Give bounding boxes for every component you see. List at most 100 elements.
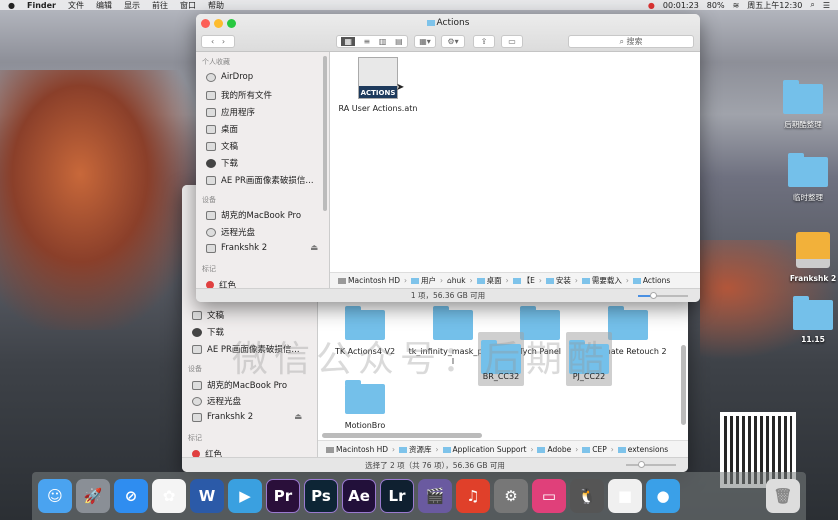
- path-item[interactable]: extensions: [617, 445, 668, 454]
- menu-edit[interactable]: 编辑: [96, 0, 112, 11]
- battery-percent[interactable]: 80%: [707, 1, 725, 10]
- folder-icon: [192, 344, 202, 354]
- dock-word-icon[interactable]: W: [190, 479, 224, 513]
- dock-launchpad-icon[interactable]: 🚀: [76, 479, 110, 513]
- column-view-icon: ▥: [378, 37, 387, 46]
- clock[interactable]: 周五上午12:30: [747, 0, 802, 11]
- sidebar-label: 下载: [207, 328, 225, 338]
- folder-icon: [788, 153, 828, 187]
- menu-help[interactable]: 帮助: [208, 0, 224, 11]
- menu-file[interactable]: 文件: [68, 0, 84, 11]
- dock-trash-icon[interactable]: 🗑: [766, 479, 800, 513]
- dock-photos-icon[interactable]: ✿: [152, 479, 186, 513]
- dock-zoom-meeting-icon[interactable]: ●: [646, 479, 680, 513]
- desktop-folder[interactable]: 临时整理: [773, 153, 838, 203]
- path-item[interactable]: 【E: [512, 275, 535, 286]
- menu-window[interactable]: 窗口: [180, 0, 196, 11]
- toolbar: Actions ‹ › ▦ ≡ ▥ ▤ ▦▾ ⚙▾ ⇪ ▭ ⌕ 搜索: [196, 14, 700, 52]
- icon-size-slider[interactable]: [626, 461, 676, 468]
- devices-header: 设备: [202, 196, 216, 204]
- disc-icon: [192, 396, 202, 406]
- tags-header: 标记: [188, 434, 202, 442]
- dock-facetime-icon[interactable]: ■: [608, 479, 642, 513]
- folder-icon[interactable]: [608, 306, 648, 340]
- path-bar: Macintosh HD › 用户 › ⌂huk › 桌面 › 【E › 安装 › 需要载入…: [330, 272, 700, 288]
- horizontal-scrollbar[interactable]: [322, 433, 482, 438]
- dock-clean-my-mac-icon[interactable]: ▭: [532, 479, 566, 513]
- desktop-drive[interactable]: Frankshk 2: [778, 232, 838, 283]
- apple-icon[interactable]: ●: [8, 1, 15, 10]
- status-text: 1 项，56.36 GB 可用: [410, 291, 486, 300]
- sidebar-item-documents[interactable]: 文稿: [192, 309, 224, 321]
- sidebar-item-folder[interactable]: AE PR画面像素破损信...: [206, 174, 314, 186]
- wifi-icon[interactable]: ≋: [733, 1, 740, 10]
- dock-video-player-icon[interactable]: ▶: [228, 479, 262, 513]
- arrange-button[interactable]: ▦▾: [414, 35, 436, 48]
- view-mode-buttons[interactable]: ▦ ≡ ▥ ▤: [336, 35, 408, 48]
- vertical-scrollbar[interactable]: [681, 345, 686, 425]
- sidebar-item-all-files[interactable]: 我的所有文件: [206, 89, 272, 101]
- coverflow-icon: ▤: [395, 37, 403, 46]
- sidebar-item-downloads[interactable]: 下载: [206, 157, 238, 169]
- dock-qq-icon[interactable]: 🐧: [570, 479, 604, 513]
- dock-photoshop-icon[interactable]: Ps: [304, 479, 338, 513]
- desktop-label: 11.15: [801, 335, 825, 344]
- desktop-label: Frankshk 2: [789, 274, 837, 283]
- path-item[interactable]: 需要载入: [581, 275, 622, 286]
- spotlight-icon[interactable]: ⌕: [810, 0, 814, 10]
- dock-netease-music-icon[interactable]: ♫: [456, 479, 490, 513]
- icon-size-slider[interactable]: [638, 292, 688, 299]
- desktop-folder[interactable]: 后期酷整理: [768, 80, 838, 130]
- folder-label[interactable]: MotionBro: [320, 421, 410, 431]
- path-item[interactable]: Actions: [632, 276, 670, 285]
- dock-finder-icon[interactable]: ☺: [38, 479, 72, 513]
- menu-go[interactable]: 前往: [152, 0, 168, 11]
- share-button[interactable]: ⇪: [473, 35, 495, 48]
- tags-button[interactable]: ▭: [501, 35, 523, 48]
- path-item[interactable]: Adobe: [537, 445, 571, 454]
- dock-system-preferences-icon[interactable]: ⚙: [494, 479, 528, 513]
- eject-icon[interactable]: ⏏: [294, 412, 302, 422]
- path-item[interactable]: 桌面: [476, 275, 502, 286]
- dock-safari-icon[interactable]: ⊘: [114, 479, 148, 513]
- dock-lightroom-icon[interactable]: Lr: [380, 479, 414, 513]
- sidebar-item-drive[interactable]: Frankshk 2 ⏏: [192, 412, 302, 422]
- sidebar-item-remote-disc[interactable]: 远程光盘: [206, 226, 255, 238]
- desktop-folder[interactable]: 11.15: [778, 296, 838, 344]
- dock-after-effects-icon[interactable]: Ae: [342, 479, 376, 513]
- action-gear-button[interactable]: ⚙▾: [441, 35, 465, 48]
- sidebar-item-drive[interactable]: Frankshk 2 ⏏: [206, 243, 318, 253]
- path-item[interactable]: 安装: [545, 275, 571, 286]
- sidebar-item-documents[interactable]: 文稿: [206, 140, 238, 152]
- file-label[interactable]: RA User Actions.atn: [333, 104, 423, 114]
- path-item[interactable]: Macintosh HD: [338, 276, 400, 285]
- menu-view[interactable]: 显示: [124, 0, 140, 11]
- path-item[interactable]: Application Support: [442, 445, 526, 454]
- path-item[interactable]: 用户: [411, 275, 436, 286]
- notification-icon[interactable]: ☰: [823, 1, 830, 10]
- back-forward-buttons[interactable]: ‹ ›: [201, 35, 235, 48]
- path-item[interactable]: Macintosh HD: [326, 445, 388, 454]
- path-item[interactable]: ⌂huk: [447, 276, 466, 285]
- eject-icon[interactable]: ⏏: [310, 243, 318, 253]
- search-field[interactable]: ⌕ 搜索: [568, 35, 694, 48]
- record-icon[interactable]: ●: [648, 1, 655, 10]
- sidebar-item-downloads[interactable]: 下载: [192, 326, 224, 338]
- sidebar-item-applications[interactable]: 应用程序: [206, 106, 255, 118]
- folder-icon[interactable]: [345, 380, 385, 414]
- sidebar-label: 远程光盘: [207, 397, 242, 407]
- actions-file-icon[interactable]: ACTIONS: [358, 57, 398, 99]
- sidebar-item-airdrop[interactable]: AirDrop: [206, 72, 253, 82]
- dock-final-cut-icon[interactable]: 🎬: [418, 479, 452, 513]
- sidebar-item-remote-disc[interactable]: 远程光盘: [192, 395, 241, 407]
- window-title: Actions: [196, 18, 700, 28]
- sidebar-item-desktop[interactable]: 桌面: [206, 123, 238, 135]
- sidebar-scrollbar[interactable]: [323, 56, 327, 211]
- path-item[interactable]: CEP: [582, 445, 607, 454]
- download-icon: [192, 327, 202, 337]
- path-item[interactable]: 资源库: [399, 444, 432, 455]
- sidebar-item-macbook[interactable]: 胡克的MacBook Pro: [206, 209, 301, 221]
- drive-icon: [206, 243, 216, 253]
- dock-premiere-icon[interactable]: Pr: [266, 479, 300, 513]
- menu-finder[interactable]: Finder: [27, 1, 56, 10]
